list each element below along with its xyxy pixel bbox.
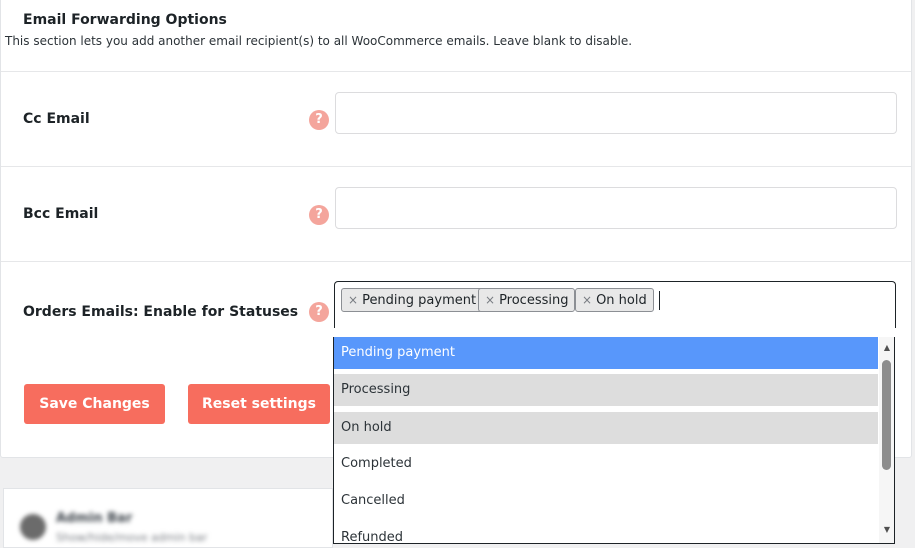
dropdown-option[interactable]: Refunded (334, 522, 878, 543)
status-chip: × Pending payment (341, 288, 484, 312)
cc-email-input[interactable] (335, 92, 897, 134)
dropdown-scrollbar[interactable]: ▲ ▼ (879, 337, 894, 543)
text-caret[interactable] (659, 291, 660, 310)
section-description: This section lets you add another email … (5, 34, 633, 48)
status-chip: × On hold (575, 288, 654, 312)
bcc-email-row: Bcc Email ? (1, 166, 911, 262)
blurred-module-card: Admin Bar Show/hide/move admin bar (3, 488, 333, 548)
chip-label: Pending payment (362, 293, 477, 308)
question-icon[interactable]: ? (309, 205, 329, 225)
dropdown-option[interactable]: Cancelled (334, 485, 878, 517)
scroll-thumb[interactable] (882, 360, 891, 470)
chip-remove-icon[interactable]: × (348, 293, 358, 307)
scroll-down-arrow-icon[interactable]: ▼ (879, 523, 894, 537)
bcc-email-input[interactable] (335, 187, 897, 229)
module-subtitle: Show/hide/move admin bar (56, 531, 208, 544)
order-statuses-label: Orders Emails: Enable for Statuses (23, 304, 299, 320)
module-title: Admin Bar (56, 511, 133, 526)
status-multiselect[interactable]: × Pending payment × Processing × On hold (334, 281, 896, 328)
chip-remove-icon[interactable]: × (582, 293, 592, 307)
chip-label: Processing (499, 293, 569, 308)
status-dropdown-list: Pending payment Processing On hold Compl… (333, 337, 895, 544)
scroll-up-arrow-icon[interactable]: ▲ (879, 341, 894, 355)
dropdown-option[interactable]: Processing (334, 374, 878, 406)
question-icon[interactable]: ? (309, 302, 329, 322)
section-header: Email Forwarding Options This section le… (1, 1, 911, 72)
dropdown-option[interactable]: On hold (334, 412, 878, 444)
bcc-email-label: Bcc Email (23, 206, 99, 222)
reset-settings-button[interactable]: Reset settings (188, 384, 330, 424)
module-icon (20, 514, 46, 540)
dropdown-option[interactable]: Pending payment (334, 337, 878, 369)
save-changes-button[interactable]: Save Changes (24, 384, 165, 424)
status-chip: × Processing (478, 288, 576, 312)
section-title: Email Forwarding Options (23, 12, 227, 28)
cc-email-label: Cc Email (23, 111, 90, 127)
question-icon[interactable]: ? (309, 110, 329, 130)
cc-email-row: Cc Email ? (1, 71, 911, 167)
chip-remove-icon[interactable]: × (485, 293, 495, 307)
dropdown-option[interactable]: Completed (334, 448, 878, 480)
chip-label: On hold (596, 293, 647, 308)
